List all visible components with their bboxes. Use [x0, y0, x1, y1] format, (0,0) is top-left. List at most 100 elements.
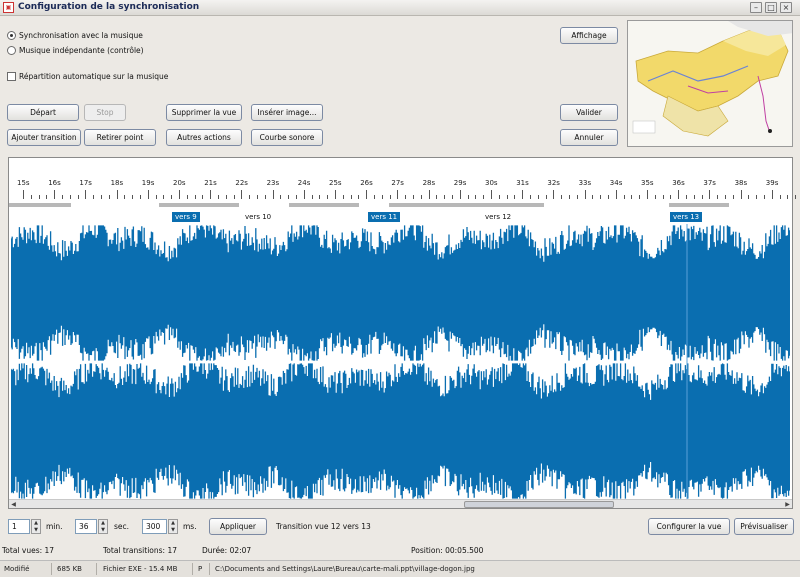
affichage-button[interactable]: Affichage — [560, 27, 618, 44]
minor-tick-mark — [350, 195, 352, 199]
checkbox-auto-distribution[interactable]: Répartition automatique sur la musique — [7, 72, 168, 81]
minor-tick-mark — [639, 195, 641, 199]
minor-tick-mark — [30, 195, 32, 199]
minor-tick-mark — [186, 195, 188, 199]
minor-tick-mark — [288, 195, 290, 199]
tick-mark — [740, 190, 742, 199]
duration: Durée: 02:07 — [202, 546, 252, 555]
previsualiser-button[interactable]: Prévisualiser — [734, 518, 794, 535]
tick-label: 27s — [391, 179, 404, 187]
minimize-icon[interactable]: – — [750, 2, 762, 13]
scroll-left-icon[interactable]: ◀ — [9, 500, 18, 509]
timeline-segment — [389, 203, 544, 207]
minor-tick-mark — [654, 195, 656, 199]
minor-tick-mark — [311, 195, 313, 199]
appliquer-button[interactable]: Appliquer — [209, 518, 267, 535]
tick-mark — [366, 190, 368, 199]
minor-tick-mark — [358, 195, 360, 199]
stop-button[interactable]: Stop — [84, 104, 126, 121]
retirer-point-button[interactable]: Retirer point — [84, 129, 156, 146]
seconds-field[interactable]: 36 — [75, 519, 97, 534]
minor-tick-mark — [194, 195, 196, 199]
minor-tick-mark — [537, 195, 539, 199]
tick-mark — [584, 190, 586, 199]
ajouter-transition-button[interactable]: Ajouter transition — [7, 129, 81, 146]
horizontal-scrollbar[interactable]: ◀ ▶ — [9, 499, 792, 508]
tick-mark — [116, 190, 118, 199]
tick-mark — [491, 190, 492, 199]
transition-timeline[interactable] — [9, 203, 792, 207]
minor-tick-mark — [405, 195, 407, 199]
minor-tick-mark — [530, 195, 531, 199]
minutes-stepper-icon[interactable]: ▲ ▼ — [31, 519, 41, 534]
autres-actions-button[interactable]: Autres actions — [166, 129, 242, 146]
total-views: Total vues: 17 — [2, 546, 55, 555]
checkbox-icon[interactable] — [7, 72, 16, 81]
minor-tick-mark — [202, 195, 204, 199]
minor-tick-mark — [296, 195, 297, 199]
minor-tick-mark — [623, 195, 625, 199]
minor-tick-mark — [381, 195, 383, 199]
minor-tick-mark — [600, 195, 602, 199]
minor-tick-mark — [779, 195, 781, 199]
seconds-stepper-icon[interactable]: ▲ ▼ — [98, 519, 108, 534]
tick-label: 19s — [141, 179, 155, 187]
radio-on-icon[interactable] — [7, 31, 16, 40]
tick-label: 30s — [485, 179, 498, 187]
status-bar: Modifié 685 KB Fichier EXE - 15.4 MB P C… — [0, 560, 800, 577]
inserer-image-button[interactable]: Insérer image... — [251, 104, 323, 121]
minor-tick-mark — [69, 195, 71, 199]
tick-label: 16s — [48, 179, 61, 187]
waveform-core — [11, 262, 790, 325]
scroll-thumb[interactable] — [464, 501, 614, 508]
tick-mark — [147, 190, 149, 199]
timeline-segment — [289, 203, 359, 207]
waveform-panel[interactable]: 15s 16s 17s 18s 19s 20s 21s 22s 23s 24s 25s 26s 27s 2… — [8, 157, 797, 509]
marker-vers-9[interactable]: vers 9 — [172, 212, 200, 222]
marker-vers-11[interactable]: vers 11 — [368, 212, 401, 222]
radio-sync-music[interactable]: Synchronisation avec la musique — [7, 31, 143, 40]
minor-tick-mark — [576, 195, 578, 199]
close-icon[interactable]: × — [780, 2, 792, 13]
minor-tick-mark — [155, 195, 157, 199]
milliseconds-field[interactable]: 300 — [142, 519, 167, 534]
playback-position: Position: 00:05.500 — [411, 546, 484, 555]
minor-tick-mark — [569, 195, 570, 199]
maximize-icon[interactable]: □ — [765, 2, 777, 13]
milliseconds-stepper-icon[interactable]: ▲ ▼ — [168, 519, 178, 534]
audio-waveform[interactable] — [11, 224, 790, 500]
annuler-button[interactable]: Annuler — [560, 129, 618, 146]
valider-button[interactable]: Valider — [560, 104, 618, 121]
marker-vers-10[interactable]: vers 10 — [242, 212, 274, 222]
tick-mark — [335, 190, 336, 199]
milliseconds-unit-label: ms. — [183, 522, 197, 531]
marker-vers-12[interactable]: vers 12 — [482, 212, 514, 222]
configurer-vue-button[interactable]: Configurer la vue — [648, 518, 730, 535]
minor-tick-mark — [662, 195, 664, 199]
stats-bar: Total vues: 17 Total transitions: 17 Dur… — [0, 544, 800, 557]
supprimer-vue-button[interactable]: Supprimer la vue — [166, 104, 242, 121]
scroll-right-icon[interactable]: ▶ — [783, 500, 792, 509]
minor-tick-mark — [171, 195, 173, 199]
marker-vers-13[interactable]: vers 13 — [670, 212, 703, 222]
radio-independent-music-label: Musique indépendante (contrôle) — [19, 46, 144, 55]
courbe-sonore-button[interactable]: Courbe sonore — [251, 129, 323, 146]
minor-tick-mark — [233, 195, 235, 199]
tick-mark — [303, 190, 305, 199]
app-icon: ▣ — [3, 2, 14, 13]
minor-tick-mark — [163, 195, 165, 199]
minor-tick-mark — [506, 195, 508, 199]
radio-off-icon[interactable] — [7, 46, 16, 55]
minor-tick-mark — [561, 195, 563, 199]
tick-label: 24s — [297, 179, 311, 187]
minutes-field[interactable]: 1 — [8, 519, 30, 534]
tick-mark — [23, 190, 24, 199]
depart-button[interactable]: Départ — [7, 104, 79, 121]
minor-tick-mark — [140, 195, 141, 199]
window-title: Configuration de la synchronisation — [18, 2, 200, 12]
radio-independent-music[interactable]: Musique indépendante (contrôle) — [7, 46, 144, 55]
minor-tick-mark — [38, 195, 40, 199]
tick-label: 18s — [110, 179, 124, 187]
minor-tick-mark — [764, 195, 765, 199]
timeline-segment — [9, 203, 71, 207]
